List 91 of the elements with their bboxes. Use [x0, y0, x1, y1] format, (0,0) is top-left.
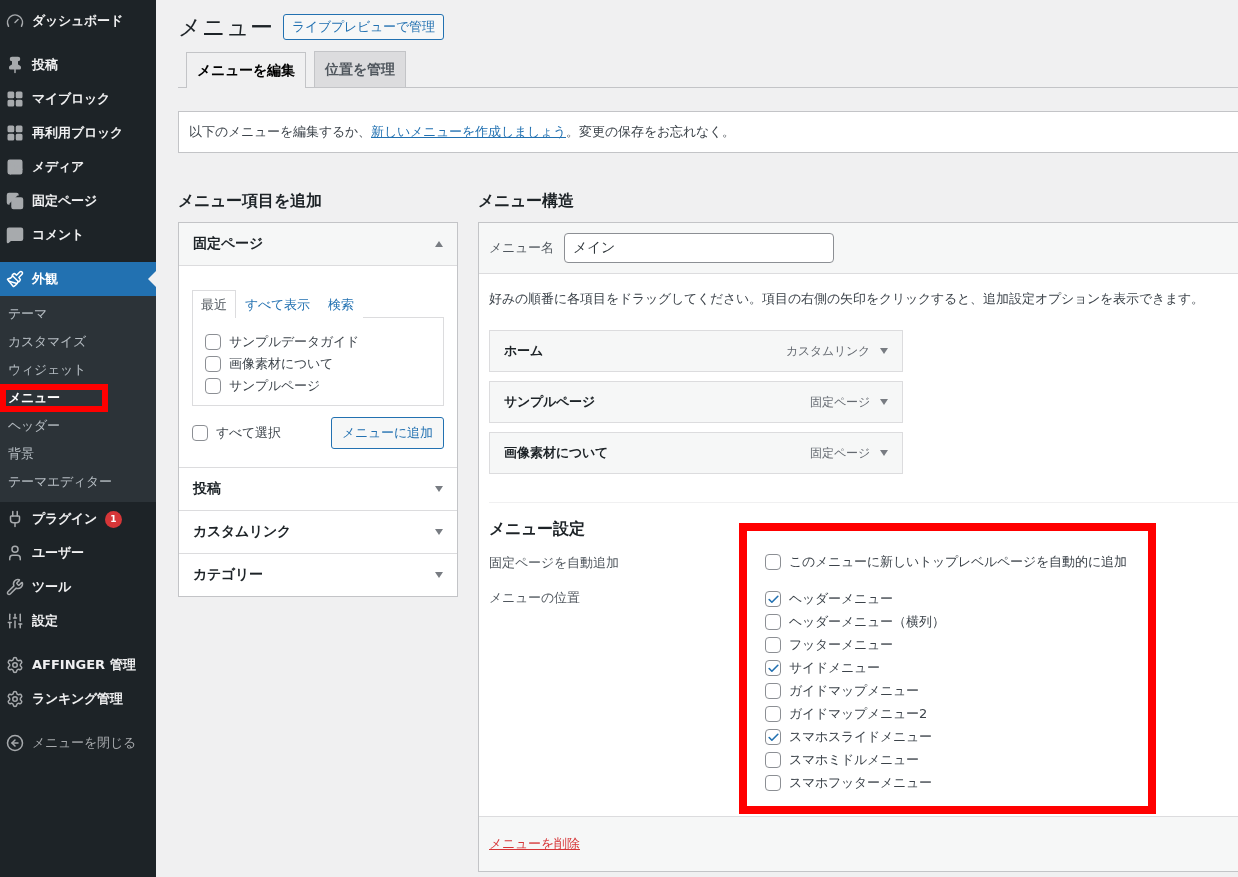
expand-triangle-icon: [880, 450, 888, 456]
wrench-icon: [6, 578, 24, 596]
instructions-text: 好みの順番に各項目をドラッグしてください。項目の右側の矢印をクリックすると、追加設定オプションを表示できます。: [489, 290, 1205, 308]
location-option[interactable]: スマホスライドメニュー: [765, 728, 1130, 746]
expand-triangle-icon: [880, 348, 888, 354]
checkbox[interactable]: [192, 425, 208, 441]
menu-item-bar[interactable]: ホーム カスタムリンク: [489, 330, 903, 372]
grid-icon: [6, 124, 24, 142]
location-option[interactable]: サイドメニュー: [765, 659, 1130, 677]
sidebar-item[interactable]: ツール: [0, 570, 156, 604]
menu-name-field[interactable]: メイン: [564, 233, 834, 263]
sidebar-subitem[interactable]: メニュー: [0, 384, 108, 412]
checkbox[interactable]: [765, 660, 781, 676]
checkbox[interactable]: [765, 752, 781, 768]
sidebar-subitem[interactable]: テーマ: [0, 300, 108, 328]
section-heading: メニュー構造: [478, 191, 575, 212]
gear-icon: [6, 690, 24, 708]
sidebar-item[interactable]: 固定ページ: [0, 184, 156, 218]
sidebar-item[interactable]: 再利用ブロック: [0, 116, 156, 150]
sidebar-subitem[interactable]: ウィジェット: [0, 356, 108, 384]
checkbox[interactable]: [765, 706, 781, 722]
expand-triangle-icon: [435, 572, 443, 578]
sidebar-item[interactable]: ダッシュボード: [0, 4, 156, 38]
delete-menu-link[interactable]: メニューを削除: [489, 836, 580, 851]
create-menu-link[interactable]: 新しいメニューを作成しましょう: [371, 124, 566, 139]
location-option[interactable]: スマホミドルメニュー: [765, 751, 1130, 769]
sidebar-item[interactable]: AFFINGER 管理: [0, 648, 156, 682]
checkbox[interactable]: [765, 775, 781, 791]
page-option[interactable]: サンプルデータガイド: [205, 333, 431, 351]
setting-label: 固定ページを自動追加: [489, 554, 620, 572]
checkbox[interactable]: [205, 334, 221, 350]
pin-icon: [6, 56, 24, 74]
sidebar-item[interactable]: メニューを閉じる: [0, 726, 156, 760]
sidebar-subitem[interactable]: ヘッダー: [0, 412, 108, 440]
count-badge: 1: [105, 510, 122, 528]
location-option[interactable]: スマホフッターメニュー: [765, 774, 1130, 792]
expand-triangle-icon: [435, 529, 443, 535]
sidebar-subitem[interactable]: カスタマイズ: [0, 328, 108, 356]
section-heading: メニュー設定: [489, 519, 586, 540]
gauge-icon: [6, 12, 24, 30]
sidebar-item[interactable]: ユーザー: [0, 536, 156, 570]
collapse-triangle-icon: [435, 241, 443, 247]
page-option[interactable]: サンプルページ: [205, 377, 431, 395]
checkbox[interactable]: [205, 356, 221, 372]
tab[interactable]: メニューを編集: [186, 52, 306, 88]
grid-icon: [6, 90, 24, 108]
checkbox[interactable]: [765, 614, 781, 630]
location-option[interactable]: ヘッダーメニュー（横列）: [765, 613, 1130, 631]
menu-item-bar[interactable]: 画像素材について 固定ページ: [489, 432, 903, 474]
sidebar-item[interactable]: コメント: [0, 218, 156, 252]
tab[interactable]: 最近: [192, 290, 236, 318]
location-option[interactable]: ヘッダーメニュー: [765, 590, 1130, 608]
user-icon: [6, 544, 24, 562]
page-option[interactable]: 画像素材について: [205, 355, 431, 373]
page-title: メニュー: [178, 12, 273, 42]
expand-triangle-icon: [880, 399, 888, 405]
checkbox[interactable]: [765, 554, 781, 570]
checkbox[interactable]: [765, 683, 781, 699]
checkbox[interactable]: [765, 729, 781, 745]
sliders-icon: [6, 612, 24, 630]
section-heading: メニュー項目を追加: [178, 191, 323, 212]
sidebar-item[interactable]: ランキング管理: [0, 682, 156, 716]
accordion-header[interactable]: 固定ページ: [179, 223, 457, 266]
expand-triangle-icon: [435, 486, 443, 492]
paintbrush-icon: [6, 270, 24, 288]
sidebar-item[interactable]: 設定: [0, 604, 156, 638]
speech-bubble-icon: [6, 226, 24, 244]
sidebar-item[interactable]: 外観: [0, 262, 156, 296]
sidebar-subitem[interactable]: 背景: [0, 440, 108, 468]
sidebar-item[interactable]: マイブロック: [0, 82, 156, 116]
add-to-menu-button[interactable]: メニューに追加: [331, 417, 444, 449]
select-all-option[interactable]: すべて選択: [192, 424, 281, 442]
location-option[interactable]: ガイドマップメニュー2: [765, 705, 1130, 723]
notice-text: 以下のメニューを編集するか、新しいメニューを作成しましょう。変更の保存をお忘れなく。: [178, 111, 1238, 153]
setting-label: メニューの位置: [489, 589, 581, 607]
sidebar-item[interactable]: 投稿: [0, 48, 156, 82]
location-option[interactable]: ガイドマップメニュー: [765, 682, 1130, 700]
field-label: メニュー名: [489, 239, 554, 257]
checkbox[interactable]: [205, 378, 221, 394]
checkbox[interactable]: [765, 637, 781, 653]
menu-item-bar[interactable]: サンプルページ 固定ページ: [489, 381, 903, 423]
auto-add-option[interactable]: このメニューに新しいトップレベルページを自動的に追加: [765, 553, 1130, 571]
checkbox[interactable]: [765, 591, 781, 607]
tab[interactable]: 位置を管理: [314, 51, 406, 87]
gear-icon: [6, 656, 24, 674]
pages-icon: [6, 192, 24, 210]
circle-arrow-left-icon: [6, 734, 24, 752]
location-option[interactable]: フッターメニュー: [765, 636, 1130, 654]
live-preview-button[interactable]: ライブプレビューで管理: [283, 14, 444, 40]
sidebar-item[interactable]: プラグイン 1: [0, 502, 156, 536]
sidebar-item[interactable]: メディア: [0, 150, 156, 184]
